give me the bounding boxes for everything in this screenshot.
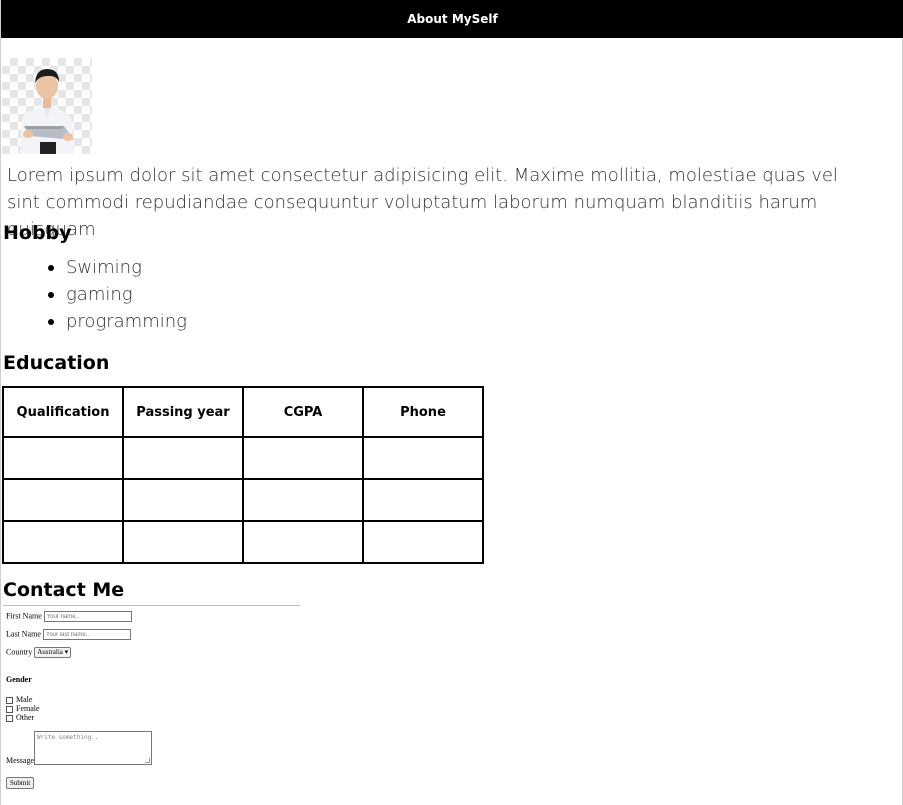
table-row <box>2 478 484 522</box>
page-header: About MySelf <box>1 0 903 38</box>
gender-other-checkbox[interactable] <box>6 714 13 722</box>
page-title: About MySelf <box>407 12 498 26</box>
gender-other-label: Other <box>16 713 35 722</box>
list-item: Swiming <box>48 254 187 281</box>
message-label: Message <box>6 756 34 765</box>
gender-female-checkbox[interactable] <box>6 705 13 713</box>
education-table: Qualification Passing year CGPA Phone <box>2 386 484 564</box>
table-cell <box>362 478 484 522</box>
table-row <box>2 520 484 564</box>
table-cell <box>2 478 124 522</box>
table-header-row: Qualification Passing year CGPA Phone <box>2 386 484 438</box>
hobby-list: Swiming gaming programming <box>48 254 187 335</box>
submit-button[interactable]: Submit <box>6 777 35 789</box>
list-item: programming <box>48 308 187 335</box>
education-heading: Education <box>3 352 110 374</box>
column-header-cgpa: CGPA <box>242 386 364 438</box>
table-cell <box>242 520 364 564</box>
table-cell <box>2 520 124 564</box>
profile-photo <box>2 58 92 154</box>
table-cell <box>122 520 244 564</box>
country-label: Country <box>6 647 33 657</box>
table-cell <box>362 520 484 564</box>
table-cell <box>242 478 364 522</box>
table-cell <box>242 436 364 480</box>
column-header-passing-year: Passing year <box>122 386 244 438</box>
table-cell <box>2 436 124 480</box>
hobby-heading: Hobby <box>3 222 72 244</box>
gender-male-checkbox[interactable] <box>6 696 13 704</box>
gender-male-label: Male <box>16 695 33 704</box>
table-row <box>2 436 484 480</box>
list-item: gaming <box>48 281 187 308</box>
country-select-value: Australia <box>37 648 63 656</box>
chevron-down-icon: ▾ <box>64 648 69 656</box>
message-textarea[interactable]: Write something.. <box>34 731 152 765</box>
country-select[interactable]: Australia ▾ <box>34 647 72 658</box>
table-cell <box>122 436 244 480</box>
table-cell <box>122 478 244 522</box>
column-header-phone: Phone <box>362 386 484 438</box>
column-header-qualification: Qualification <box>2 386 124 438</box>
gender-female-label: Female <box>16 704 40 713</box>
contact-heading: Contact Me <box>3 579 125 601</box>
table-cell <box>362 436 484 480</box>
contact-divider <box>3 605 300 606</box>
intro-paragraph: Lorem ipsum dolor sit amet consectetur a… <box>7 165 838 240</box>
first-name-input[interactable] <box>43 611 132 622</box>
first-name-label: First Name <box>6 611 42 621</box>
message-placeholder: Write something.. <box>37 734 99 741</box>
gender-label: Gender <box>6 675 32 684</box>
last-name-label: Last Name <box>6 629 41 639</box>
last-name-input[interactable] <box>42 629 131 640</box>
